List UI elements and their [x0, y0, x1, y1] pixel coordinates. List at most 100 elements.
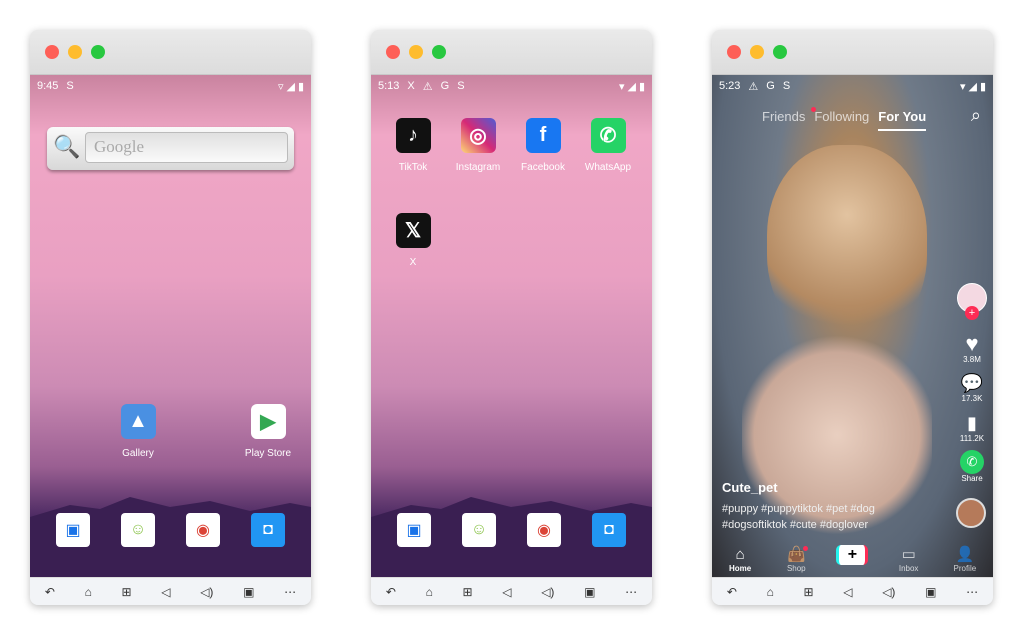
maximize-button[interactable] — [432, 45, 446, 59]
emulator-nav-bar: ↶ ⌂ ⊞ ◁ ◁) ▣ ⋯ — [371, 577, 652, 605]
plus-icon: + — [836, 545, 869, 565]
search-icon[interactable]: ⌕ — [971, 105, 981, 126]
shopping-bag-icon: 👜 — [786, 546, 806, 563]
screen-cast-icon[interactable]: ▣ — [243, 585, 254, 599]
more-icon[interactable]: ⋯ — [966, 585, 978, 599]
tiktok-video-feed[interactable]: 5:23 ⚠ G S ▾ ◢ ▮ Friends Following For You… — [712, 75, 993, 577]
apps-icon[interactable]: ⊞ — [804, 585, 814, 599]
heart-icon: ♥ — [965, 331, 979, 356]
minimize-button[interactable] — [750, 45, 764, 59]
tab-for-you[interactable]: For You — [878, 109, 927, 131]
nav-label: Shop — [786, 564, 806, 573]
maximize-button[interactable] — [773, 45, 787, 59]
nav-shop[interactable]: 👜 Shop — [774, 546, 818, 573]
screen-cast-icon[interactable]: ▣ — [925, 585, 936, 599]
more-icon[interactable]: ⋯ — [284, 585, 296, 599]
emulator-window-3: 5:23 ⚠ G S ▾ ◢ ▮ Friends Following For You… — [712, 30, 993, 605]
app-tiktok[interactable]: ♪ TikTok — [381, 118, 445, 173]
volume-up-icon[interactable]: ◁) — [200, 585, 213, 599]
tab-friends[interactable]: Friends — [762, 109, 805, 131]
google-icon: G — [440, 80, 450, 92]
app-instagram[interactable]: ◎ Instagram — [446, 118, 510, 173]
save-button[interactable]: ▮ 111.2K — [957, 412, 987, 443]
chrome-icon[interactable]: ◉ — [186, 513, 220, 547]
signal-icon: ◢ — [286, 80, 295, 93]
battery-icon: ▮ — [297, 80, 304, 93]
contacts-icon[interactable]: ▣ — [56, 513, 90, 547]
nav-profile[interactable]: 👤 Profile — [943, 546, 987, 573]
search-input[interactable]: Google — [85, 132, 288, 163]
music-disc[interactable] — [956, 498, 986, 528]
minimize-button[interactable] — [68, 45, 82, 59]
chrome-icon[interactable]: ◉ — [527, 513, 561, 547]
minimize-button[interactable] — [409, 45, 423, 59]
comment-button[interactable]: 💬 17.3K — [957, 372, 987, 403]
inbox-icon: ▭ — [901, 546, 916, 563]
app-gallery[interactable]: ▲ Gallery — [106, 404, 170, 459]
alert-icon: ⚠ — [748, 80, 759, 93]
app-facebook[interactable]: f Facebook — [511, 118, 575, 173]
video-username[interactable]: Cute_pet — [722, 480, 778, 495]
tiktok-icon: ♪ — [395, 118, 431, 153]
creator-avatar[interactable]: + — [957, 283, 987, 320]
emulator-window-1: 9:45 S ▿ ◢ ▮ 🔍 Google ▲ Gallery ▶ Play Sto… — [30, 30, 311, 605]
signal-icon: ◢ — [627, 80, 636, 93]
store-icon[interactable]: ☺ — [462, 513, 496, 547]
status-icon: S — [782, 80, 791, 92]
x-icon: 𝕏 — [395, 213, 431, 248]
app-label: WhatsApp — [584, 162, 632, 173]
home-icon[interactable]: ⌂ — [85, 585, 92, 599]
app-play-store[interactable]: ▶ Play Store — [236, 404, 300, 459]
signal-icon: ◢ — [968, 80, 977, 93]
close-button[interactable] — [45, 45, 59, 59]
google-search-widget[interactable]: 🔍 Google — [47, 127, 294, 170]
status-time: 5:13 — [378, 80, 400, 92]
wifi-icon: ▿ — [277, 80, 284, 93]
volume-up-icon[interactable]: ◁) — [541, 585, 554, 599]
nav-label: Home — [728, 564, 752, 573]
store-icon[interactable]: ☺ — [121, 513, 155, 547]
volume-down-icon[interactable]: ◁ — [502, 585, 511, 599]
home-icon[interactable]: ⌂ — [767, 585, 774, 599]
x-notification-icon: X — [407, 80, 415, 92]
nav-label: Inbox — [898, 564, 919, 573]
app-label: Facebook — [521, 162, 565, 173]
home-icon[interactable]: ⌂ — [426, 585, 433, 599]
contacts-icon[interactable]: ▣ — [397, 513, 431, 547]
create-button[interactable]: + — [830, 545, 874, 573]
app-whatsapp[interactable]: ✆ WhatsApp — [576, 118, 640, 173]
camera-icon[interactable]: ◘ — [592, 513, 626, 547]
camera-icon[interactable]: ◘ — [251, 513, 285, 547]
share-button[interactable]: ✆ Share — [957, 450, 987, 483]
video-caption-line1[interactable]: #puppy #puppytiktok #pet #dog — [722, 503, 875, 515]
like-button[interactable]: ♥ 3.8M — [957, 331, 987, 365]
home-screen: 9:45 S ▿ ◢ ▮ 🔍 Google ▲ Gallery ▶ Play Sto… — [30, 75, 311, 577]
more-icon[interactable]: ⋯ — [625, 585, 637, 599]
nav-inbox[interactable]: ▭ Inbox — [887, 546, 931, 573]
back-icon[interactable]: ↶ — [386, 585, 396, 599]
close-button[interactable] — [386, 45, 400, 59]
nav-label: Profile — [953, 564, 977, 573]
comment-count: 17.3K — [961, 394, 983, 403]
maximize-button[interactable] — [91, 45, 105, 59]
google-icon: G — [766, 80, 775, 92]
volume-down-icon[interactable]: ◁ — [161, 585, 170, 599]
back-icon[interactable]: ↶ — [45, 585, 55, 599]
status-time: 9:45 — [37, 80, 59, 92]
volume-down-icon[interactable]: ◁ — [843, 585, 852, 599]
volume-up-icon[interactable]: ◁) — [882, 585, 895, 599]
app-x[interactable]: 𝕏X — [381, 213, 445, 268]
comment-icon: 💬 — [960, 373, 984, 393]
app-label: Gallery — [122, 448, 154, 459]
battery-icon: ▮ — [638, 80, 645, 93]
apps-icon[interactable]: ⊞ — [122, 585, 132, 599]
follow-plus-icon[interactable]: + — [965, 306, 979, 320]
emulator-nav-bar: ↶ ⌂ ⊞ ◁ ◁) ▣ ⋯ — [30, 577, 311, 605]
video-caption-line2[interactable]: #dogsoftiktok #cute #doglover — [722, 519, 868, 531]
back-icon[interactable]: ↶ — [727, 585, 737, 599]
close-button[interactable] — [727, 45, 741, 59]
apps-icon[interactable]: ⊞ — [463, 585, 473, 599]
tab-following[interactable]: Following — [814, 109, 869, 131]
nav-home[interactable]: ⌂ Home — [718, 546, 762, 573]
screen-cast-icon[interactable]: ▣ — [584, 585, 595, 599]
